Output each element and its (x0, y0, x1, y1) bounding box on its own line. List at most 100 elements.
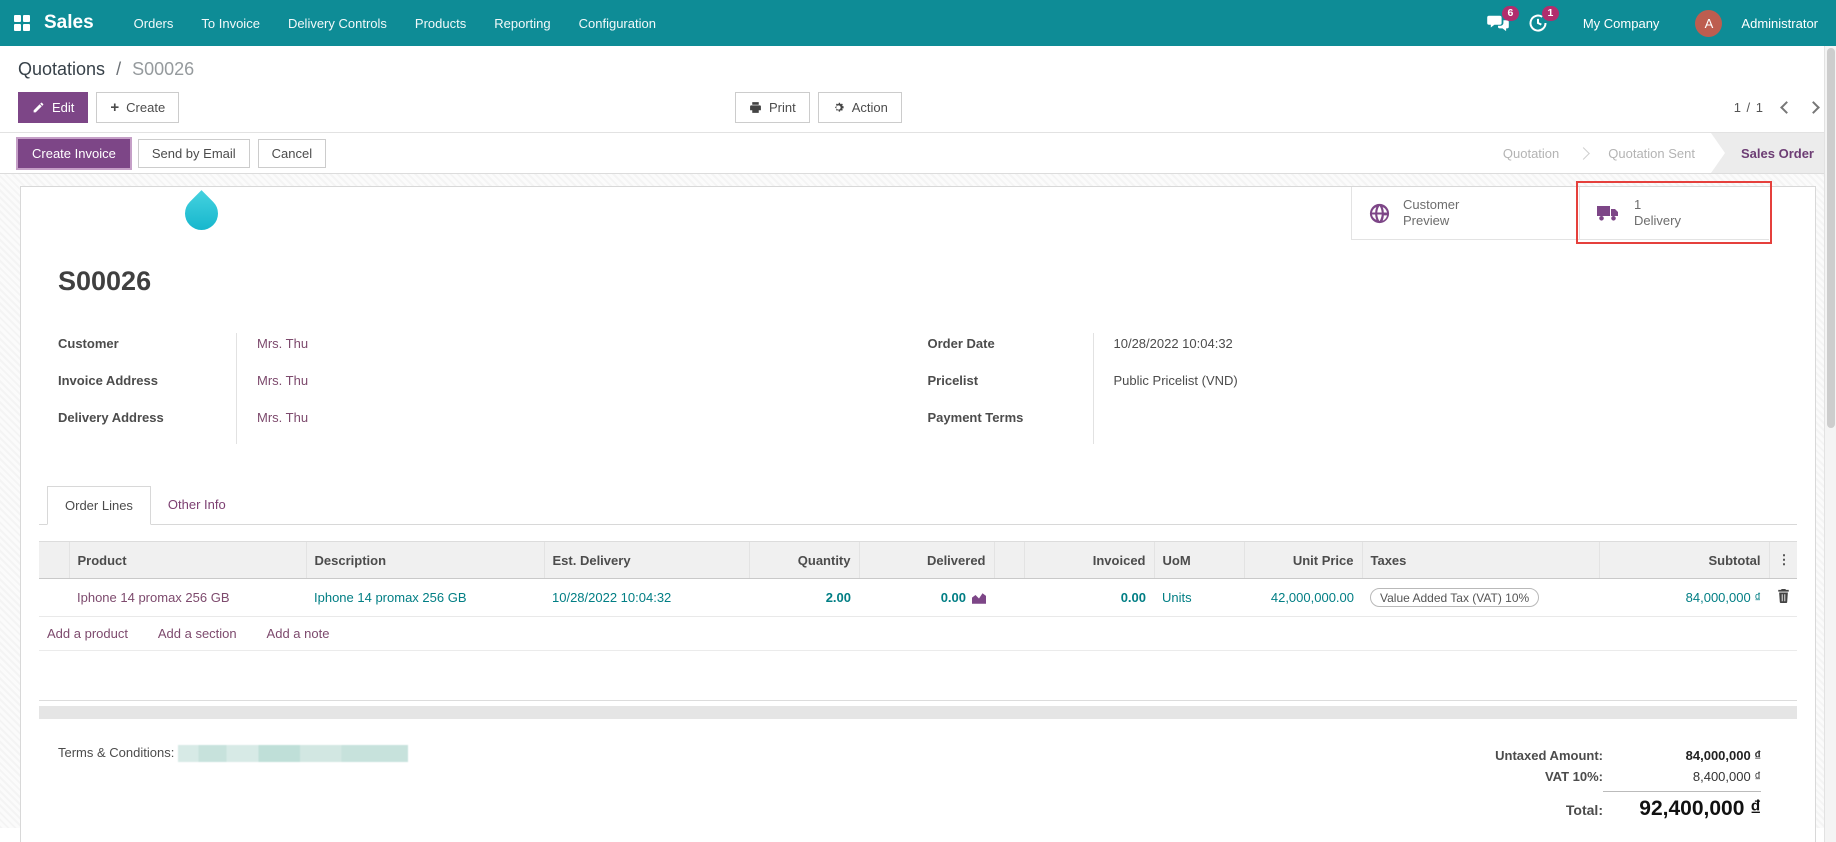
vat-label: VAT 10%: (1544, 769, 1603, 784)
activities-badge: 1 (1542, 6, 1559, 21)
order-line-row[interactable]: Iphone 14 promax 256 GB Iphone 14 promax… (39, 578, 1797, 617)
cancel-button[interactable]: Cancel (257, 138, 327, 168)
cell-est-delivery: 10/28/2022 10:04:32 (552, 590, 672, 605)
col-quantity[interactable]: Quantity (748, 541, 859, 579)
activities-icon[interactable]: 1 (1523, 6, 1559, 38)
invoice-address-label: Invoice Address (58, 373, 158, 388)
horizontal-scrollbar-track[interactable] (39, 706, 1797, 719)
action-button[interactable]: Action (817, 92, 902, 123)
col-unit-price[interactable]: Unit Price (1243, 541, 1362, 579)
delivery-address-value[interactable]: Mrs. Thu (257, 410, 308, 425)
fields-right-column: Order Date 10/28/2022 10:04:32 Pricelist… (928, 333, 1798, 444)
add-a-section-link[interactable]: Add a section (158, 626, 237, 641)
add-a-product-link[interactable]: Add a product (47, 626, 128, 641)
pager-next-icon[interactable] (1807, 101, 1820, 114)
avatar[interactable]: A (1695, 9, 1723, 37)
step-quotation-sent[interactable]: Quotation Sent (1598, 146, 1705, 161)
app-title[interactable]: Sales (44, 12, 94, 34)
untaxed-amount-label: Untaxed Amount: (1495, 748, 1603, 763)
delete-line-icon[interactable] (1777, 589, 1790, 603)
cell-description[interactable]: Iphone 14 promax 256 GB (314, 590, 467, 605)
delivery-count: 1 (1634, 196, 1642, 212)
scrollbar-thumb[interactable] (1826, 48, 1835, 428)
create-button[interactable]: + Create (96, 92, 180, 123)
cell-quantity: 2.00 (749, 578, 859, 617)
cell-invoiced: 0.00 (1024, 578, 1154, 617)
customer-preview-label: Customer Preview (1403, 196, 1460, 228)
cell-unit-price: 42,000,000.00 (1270, 590, 1354, 605)
sheet-footer: Terms & Conditions: Untaxed Amount: 84,0… (39, 745, 1797, 824)
pager: 1 / 1 (1734, 100, 1820, 115)
gear-icon (834, 102, 844, 112)
breadcrumb-current: S00026 (132, 59, 195, 79)
customer-preview-button[interactable]: Customer Preview (1351, 187, 1579, 240)
col-subtotal[interactable]: Subtotal (1598, 541, 1769, 579)
navbar-right: 6 1 My Company A Administrator (1483, 6, 1820, 38)
empty-table-space (39, 651, 1797, 701)
menu-delivery-controls[interactable]: Delivery Controls (276, 8, 399, 39)
user-menu[interactable]: Administrator (1741, 16, 1818, 31)
forecast-chart-icon[interactable] (972, 592, 986, 604)
optional-columns-toggle[interactable]: ⋮ (1768, 541, 1797, 579)
totals-separator (1603, 791, 1761, 792)
select-column-header[interactable] (39, 541, 69, 579)
table-header-row: Product Description Est. Delivery Quanti… (39, 541, 1797, 579)
tab-other-info[interactable]: Other Info (151, 486, 243, 525)
fields-left-column: Customer Mrs. Thu Invoice Address Mrs. T… (58, 333, 928, 444)
order-date-value: 10/28/2022 10:04:32 (1092, 333, 1798, 370)
col-taxes[interactable]: Taxes (1361, 541, 1599, 579)
menu-orders[interactable]: Orders (122, 8, 186, 39)
truck-icon (1596, 202, 1622, 224)
create-invoice-button[interactable]: Create Invoice (18, 138, 130, 168)
delivery-stat-button[interactable]: 1 Delivery (1576, 181, 1772, 244)
edit-button[interactable]: Edit (18, 92, 89, 123)
col-description[interactable]: Description (305, 541, 544, 579)
total-label: Total: (1565, 802, 1603, 818)
pricelist-label: Pricelist (927, 373, 979, 388)
field-grid: Customer Mrs. Thu Invoice Address Mrs. T… (58, 333, 1797, 444)
form-view-background: Customer Preview 1 Delivery S00026 Custo… (0, 174, 1836, 842)
col-delivered[interactable]: Delivered (858, 541, 994, 579)
untaxed-amount-value: 84,000,000 ₫ (1685, 748, 1761, 763)
tax-tag[interactable]: Value Added Tax (VAT) 10% (1370, 588, 1540, 607)
cell-uom[interactable]: Units (1162, 590, 1192, 605)
cell-product[interactable]: Iphone 14 promax 256 GB (77, 590, 230, 605)
menu-configuration[interactable]: Configuration (567, 8, 668, 39)
delivery-label: Delivery (1634, 213, 1681, 228)
vat-value: 8,400,000 ₫ (1692, 769, 1761, 784)
step-separator-icon (1577, 146, 1591, 160)
vertical-scrollbar[interactable] (1824, 46, 1836, 842)
col-invoiced[interactable]: Invoiced (1023, 541, 1154, 579)
cell-delivered: 0.00 (940, 590, 966, 605)
company-switcher[interactable]: My Company (1583, 16, 1660, 31)
menu-to-invoice[interactable]: To Invoice (189, 8, 272, 39)
breadcrumb-quotations[interactable]: Quotations (18, 59, 105, 79)
top-navbar: Sales Orders To Invoice Delivery Control… (0, 0, 1836, 46)
breadcrumb: Quotations / S00026 (18, 59, 1818, 80)
tab-order-lines[interactable]: Order Lines (47, 486, 151, 525)
customer-label: Customer (58, 336, 119, 351)
pager-previous-icon[interactable] (1780, 101, 1793, 114)
send-by-email-button[interactable]: Send by Email (137, 138, 250, 168)
step-sales-order-active[interactable]: Sales Order (1711, 133, 1836, 173)
menu-products[interactable]: Products (403, 8, 478, 39)
payment-terms-label: Payment Terms (927, 410, 1024, 425)
terms-redacted-text[interactable] (178, 745, 409, 762)
step-quotation[interactable]: Quotation (1493, 146, 1569, 161)
control-panel: Quotations / S00026 Edit + Create Print (0, 46, 1836, 132)
add-a-note-link[interactable]: Add a note (267, 626, 330, 641)
col-uom[interactable]: UoM (1153, 541, 1244, 579)
print-button[interactable]: Print (735, 92, 810, 123)
pencil-icon (33, 102, 44, 113)
apps-menu-icon[interactable] (14, 15, 30, 31)
invoice-address-value[interactable]: Mrs. Thu (257, 373, 308, 388)
col-product[interactable]: Product (68, 541, 306, 579)
customer-value[interactable]: Mrs. Thu (257, 336, 308, 351)
cell-subtotal: 84,000,000 ₫ (1685, 590, 1761, 605)
totals-block: Untaxed Amount: 84,000,000 ₫ VAT 10%: 8,… (1401, 745, 1761, 824)
messages-icon[interactable]: 6 (1483, 6, 1519, 38)
statusbar: Create Invoice Send by Email Cancel Quot… (0, 132, 1836, 174)
col-est-delivery[interactable]: Est. Delivery (543, 541, 749, 579)
messages-badge: 6 (1502, 6, 1519, 21)
menu-reporting[interactable]: Reporting (482, 8, 562, 39)
